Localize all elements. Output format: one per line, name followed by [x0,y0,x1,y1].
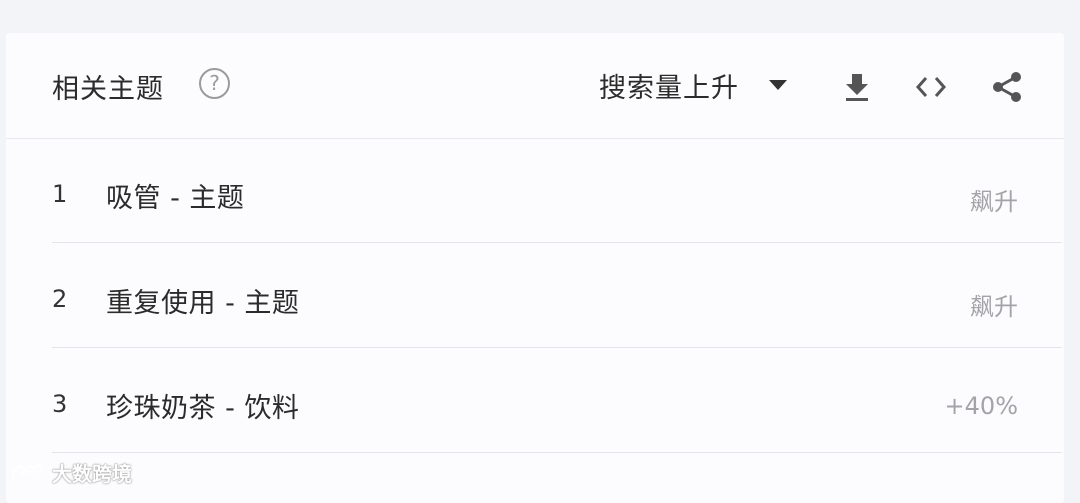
share-icon[interactable] [989,69,1025,105]
caret-down-icon [769,80,787,90]
row-rank: 2 [52,285,68,313]
row-value: 飙升 [970,293,1018,321]
row-rank: 3 [52,390,68,418]
row-value: +40% [944,392,1018,420]
card-title: 相关主题 [52,74,164,105]
watermark-logo-icon [11,464,43,479]
table-row[interactable]: 2 重复使用 - 主题 飙升 [52,243,1062,348]
row-term: 重复使用 - 主题 [106,288,300,319]
card-header: 相关主题 ? 搜索量上升 [6,33,1064,139]
row-term: 吸管 - 主题 [106,183,245,214]
watermark-text: 大数跨境 [52,462,132,486]
embed-code-icon[interactable] [913,69,949,105]
row-term: 珍珠奶茶 - 饮料 [106,393,300,424]
row-rank: 1 [52,180,68,208]
sort-selected-label: 搜索量上升 [599,72,739,104]
watermark: 大数跨境 [10,458,132,487]
table-row[interactable]: 3 珍珠奶茶 - 饮料 +40% [52,348,1062,453]
sort-dropdown[interactable]: 搜索量上升 [599,67,787,104]
related-topics-card: 相关主题 ? 搜索量上升 1 吸管 - 主题 飙升 2 重复使用 - 主题 飙升… [6,33,1064,503]
table-row[interactable]: 1 吸管 - 主题 飙升 [52,138,1062,243]
help-icon[interactable]: ? [199,68,230,99]
row-value: 飙升 [970,188,1018,216]
download-icon[interactable] [839,69,875,105]
